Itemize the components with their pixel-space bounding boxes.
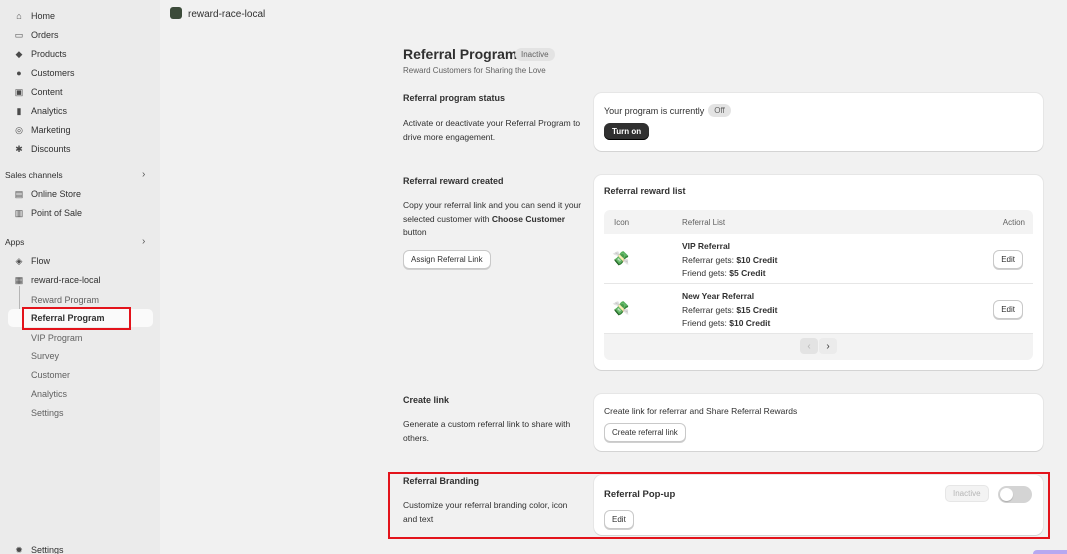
assign-referral-link-button[interactable]: Assign Referral Link	[403, 250, 491, 269]
status-badge: Inactive	[515, 48, 555, 61]
nav-point-of-sale[interactable]: ▥ Point of Sale	[14, 205, 82, 221]
status-section-desc: Activate or deactivate your Referral Pro…	[403, 118, 581, 142]
row-friend: Friend gets: $5 Credit	[682, 268, 766, 278]
page-title: Referral Program	[403, 46, 518, 62]
table-row: 💸 VIP Referral Referrar gets: $10 Credit…	[604, 234, 1033, 284]
sub-item-customer[interactable]: Customer	[31, 370, 70, 380]
app-icon: ▦	[14, 274, 24, 285]
reward-table: Icon Referral List Action 💸 VIP Referral…	[604, 210, 1033, 360]
prev-page-button[interactable]: ‹	[800, 338, 818, 354]
flow-icon: ◈	[15, 255, 23, 266]
highlight-box	[22, 307, 131, 330]
edit-button[interactable]: Edit	[993, 300, 1023, 319]
nav-home[interactable]: ⌂ Home	[14, 8, 55, 24]
nav-marketing[interactable]: ◎ Marketing	[14, 122, 70, 138]
sub-item-analytics[interactable]: Analytics	[31, 389, 67, 399]
next-page-button[interactable]: ›	[819, 338, 837, 354]
store-icon: ▤	[14, 188, 24, 199]
nav-reward-race-local[interactable]: ▦ reward-race-local	[14, 272, 101, 288]
turn-on-button[interactable]: Turn on	[604, 123, 650, 140]
highlight-box	[388, 472, 1050, 539]
edit-button[interactable]: Edit	[993, 250, 1023, 269]
table-row: 💸 New Year Referral Referrar gets: $15 C…	[604, 284, 1033, 334]
home-icon: ⌂	[16, 11, 22, 21]
status-card: Your program is currently Off Turn on	[594, 93, 1043, 151]
col-action: Action	[1002, 218, 1025, 227]
person-icon: ●	[16, 68, 22, 78]
money-stack-icon: 💸	[612, 300, 630, 316]
reward-list-title: Referral reward list	[604, 186, 686, 196]
gear-icon: ✹	[15, 544, 23, 554]
content-icon: ▣	[14, 86, 24, 97]
row-name: New Year Referral	[682, 291, 755, 301]
link-section-desc: Generate a custom referral link to share…	[403, 419, 571, 443]
discount-icon: ✱	[15, 143, 23, 154]
nav-products[interactable]: ◆ Products	[14, 46, 67, 62]
program-status-badge: Off	[708, 104, 731, 117]
bar-chart-icon: ▮	[16, 105, 22, 116]
reward-section-title: Referral reward created	[403, 176, 504, 186]
nav-flow[interactable]: ◈ Flow	[14, 253, 50, 269]
sub-item-survey[interactable]: Survey	[31, 351, 59, 361]
table-footer: ‹ ›	[604, 334, 1033, 360]
sub-item-vip-program[interactable]: VIP Program	[31, 333, 82, 343]
sales-channels-heading: Sales channels	[5, 170, 63, 180]
sub-item-reward-program[interactable]: Reward Program	[31, 295, 99, 305]
nav-content[interactable]: ▣ Content	[14, 84, 63, 100]
pagination: ‹ ›	[800, 338, 837, 354]
chevron-right-icon[interactable]: ›	[142, 236, 145, 247]
nav-orders[interactable]: ▭ Orders	[14, 27, 59, 43]
reward-list-card: Referral reward list Icon Referral List …	[594, 175, 1043, 370]
sidebar: ⌂ Home ▭ Orders ◆ Products ● Customers ▣ Cont…	[0, 0, 160, 554]
create-referral-link-button[interactable]: Create referral link	[604, 423, 686, 442]
inbox-icon: ▭	[14, 29, 24, 40]
nav-discounts[interactable]: ✱ Discounts	[14, 141, 70, 157]
target-icon: ◎	[15, 124, 23, 135]
col-icon: Icon	[614, 218, 630, 227]
create-link-card: Create link for referrar and Share Refer…	[594, 394, 1043, 451]
nav-online-store[interactable]: ▤ Online Store	[14, 186, 81, 202]
nav-settings[interactable]: ✹ Settings	[14, 542, 63, 554]
nav-customers[interactable]: ● Customers	[14, 65, 74, 81]
row-referrer: Referrar gets: $15 Credit	[682, 305, 778, 315]
pos-icon: ▥	[14, 207, 24, 218]
status-section-title: Referral program status	[403, 93, 506, 103]
row-referrer: Referrar gets: $10 Credit	[682, 255, 778, 265]
status-card-text: Your program is currently	[604, 105, 705, 116]
money-stack-icon: 💸	[612, 250, 630, 266]
row-name: VIP Referral	[682, 241, 731, 251]
tag-icon: ◆	[15, 48, 23, 59]
sub-item-settings[interactable]: Settings	[31, 408, 64, 418]
store-logo-icon	[170, 7, 182, 19]
row-friend: Friend gets: $10 Credit	[682, 318, 771, 328]
col-referral-list: Referral List	[682, 218, 726, 227]
table-header: Icon Referral List Action	[604, 210, 1033, 234]
reward-section-desc: Copy your referral link and you can send…	[403, 200, 582, 237]
apps-heading: Apps	[5, 237, 25, 247]
store-name[interactable]: reward-race-local	[188, 9, 265, 20]
topbar	[160, 0, 1067, 28]
create-link-text: Create link for referrar and Share Refer…	[604, 406, 798, 416]
chevron-right-icon[interactable]: ›	[142, 169, 145, 180]
page-subtitle: Reward Customers for Sharing the Love	[403, 66, 546, 75]
corner-accent	[1033, 550, 1067, 554]
link-section-title: Create link	[403, 395, 450, 405]
nav-analytics[interactable]: ▮ Analytics	[14, 103, 68, 119]
